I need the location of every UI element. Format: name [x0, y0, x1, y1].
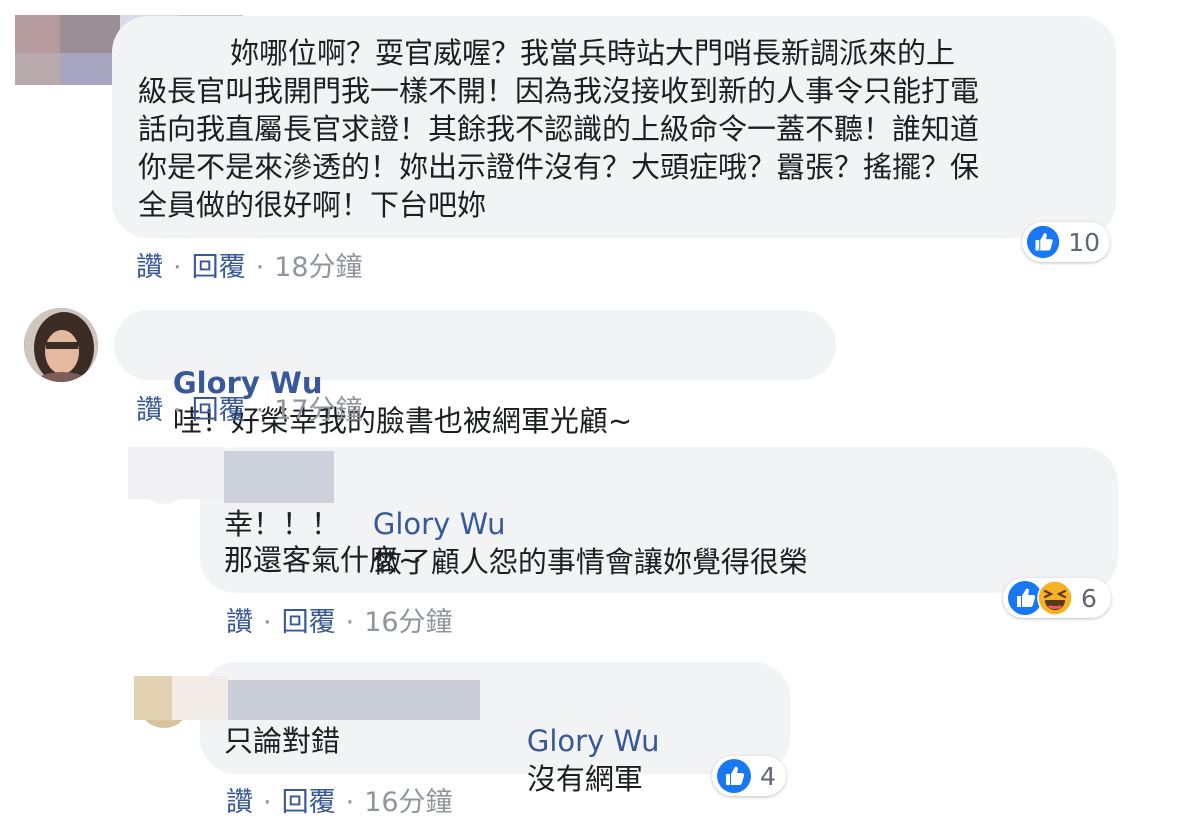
haha-icon	[1037, 580, 1073, 616]
timestamp[interactable]: 16分鐘	[364, 607, 452, 638]
like-link[interactable]: 讚	[136, 395, 163, 426]
reply-link[interactable]: 回覆	[192, 252, 246, 283]
reply-link[interactable]: 回覆	[192, 395, 246, 426]
comment-text-line: 級長官叫我開門我一樣不開！因為我沒接收到新的人事令只能打電	[138, 74, 980, 108]
mention-tag[interactable]: Glory Wu	[527, 724, 660, 758]
comment-text-line: 你是不是來滲透的！妳出示證件沒有？大頭症哦？囂張？搖擺？保	[138, 150, 980, 184]
comment-text-line: 幸！！！	[224, 507, 341, 541]
like-link[interactable]: 讚	[226, 607, 253, 638]
reply-bubble: Glory Wu 做了顧人怨的事情會讓妳覺得很榮 幸！！！ 那還客氣什麼~	[200, 447, 1118, 593]
reaction-count: 6	[1081, 583, 1097, 613]
comment-bubble: 妳哪位啊？耍官威喔？我當兵時站大門哨長新調派來的上 級長官叫我開門我一樣不開！因…	[112, 16, 1116, 238]
reaction-summary[interactable]: 4	[712, 756, 786, 796]
comment-actions: 讚 · 回覆 · 17分鐘	[136, 395, 363, 426]
comment-text-line: 妳哪位啊？耍官威喔？我當兵時站大門哨長新調派來的上	[230, 36, 956, 70]
reply-link[interactable]: 回覆	[282, 787, 336, 818]
pixelated-avatar-block	[128, 447, 224, 499]
comment-text-line: 那還客氣什麼~	[224, 543, 423, 577]
comment-text-line: 沒有網軍	[526, 762, 643, 796]
reaction-count: 10	[1068, 227, 1100, 257]
timestamp[interactable]: 17分鐘	[274, 395, 362, 426]
comment-text-line: 只論對錯	[224, 724, 341, 758]
pixelated-name-block	[134, 676, 480, 720]
avatar-photo-icon	[24, 308, 98, 382]
reaction-summary[interactable]: 10	[1022, 222, 1110, 262]
comment-text-line: 話向我直屬長官求證！其餘我不認識的上級命令一蓋不聽！誰知道	[138, 112, 980, 146]
comment-actions: 讚 · 回覆 · 16分鐘	[226, 607, 453, 638]
comment-actions: 讚 · 回覆 · 16分鐘	[226, 787, 453, 818]
reply-link[interactable]: 回覆	[282, 607, 336, 638]
comment-text-line: 全員做的很好啊！下台吧妳	[138, 188, 487, 222]
like-link[interactable]: 讚	[136, 252, 163, 283]
mention-tag[interactable]: Glory Wu	[373, 507, 506, 541]
comment-bubble: Glory Wu 哇！好榮幸我的臉書也被網軍光顧~	[114, 310, 836, 438]
comment-actions: 讚 · 回覆 · 18分鐘	[136, 252, 363, 283]
pixelated-name-block	[224, 451, 334, 503]
comment-text-line: 做了顧人怨的事情會讓妳覺得很榮	[372, 545, 808, 579]
timestamp[interactable]: 16分鐘	[364, 787, 452, 818]
reaction-count: 4	[760, 761, 776, 791]
like-link[interactable]: 讚	[226, 787, 253, 818]
reaction-summary[interactable]: 6	[1003, 578, 1111, 618]
timestamp[interactable]: 18分鐘	[274, 252, 362, 283]
like-icon	[717, 759, 751, 793]
glory-wu-avatar[interactable]	[24, 308, 98, 382]
like-icon	[1026, 225, 1060, 259]
